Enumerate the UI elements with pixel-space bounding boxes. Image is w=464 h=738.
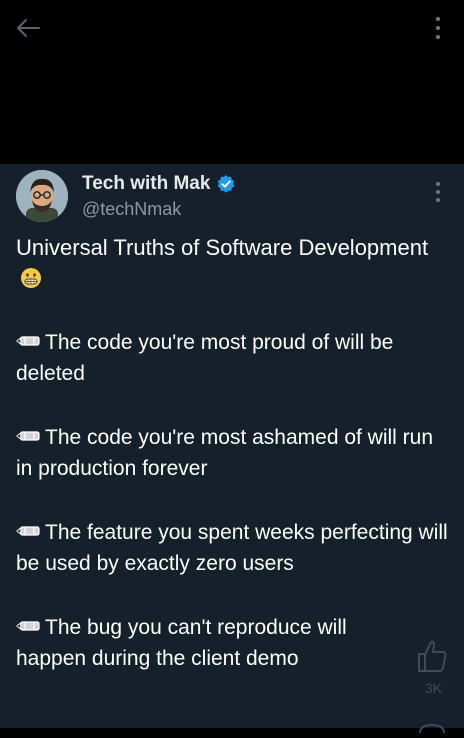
truth-text: The bug you can't reproduce will happen … [16,616,347,670]
post-title-text: Universal Truths of Software Development [16,235,429,260]
truth-item: The code you're most proud of will be de… [16,326,448,389]
pencil-emoji-icon [16,516,40,536]
dot-icon [436,190,440,194]
author-display-name[interactable]: Tech with Mak [82,172,210,196]
pencil-emoji-icon [16,421,40,441]
post-menu-button[interactable] [432,180,444,204]
share-icon[interactable] [418,720,446,734]
avatar[interactable] [16,170,68,222]
pencil-emoji-icon [16,326,40,346]
dot-icon [436,17,440,21]
post-card: Tech with Mak @techNmak Universal Truths… [0,164,464,734]
more-options-button[interactable] [432,12,444,44]
truth-text: The feature you spent weeks perfecting w… [16,521,448,575]
truth-text: The code you're most ashamed of will run… [16,426,434,480]
top-bar [0,0,464,164]
post-content: Universal Truths of Software Development… [16,232,448,674]
dot-icon [436,182,440,186]
like-button[interactable] [414,636,450,676]
cartoon-avatar-icon [16,170,68,222]
thumbs-up-icon [418,640,447,672]
grinning-face-emoji-icon [20,266,42,288]
verified-badge-icon [216,174,236,194]
author-info[interactable]: Tech with Mak @techNmak [82,172,236,220]
back-button[interactable] [12,12,44,44]
author-handle[interactable]: @techNmak [82,198,236,220]
truth-text: The code you're most proud of will be de… [16,331,394,385]
pencil-emoji-icon [16,611,40,631]
truth-item: The code you're most ashamed of will run… [16,421,448,484]
like-count: 3K [424,680,442,696]
arrow-left-icon [17,19,40,37]
dot-icon [436,198,440,202]
truth-item: The bug you can't reproduce will happen … [16,611,448,674]
dot-icon [436,35,440,39]
dot-icon [436,26,440,30]
post-title: Universal Truths of Software Development [16,232,448,294]
truth-item: The feature you spent weeks perfecting w… [16,516,448,579]
